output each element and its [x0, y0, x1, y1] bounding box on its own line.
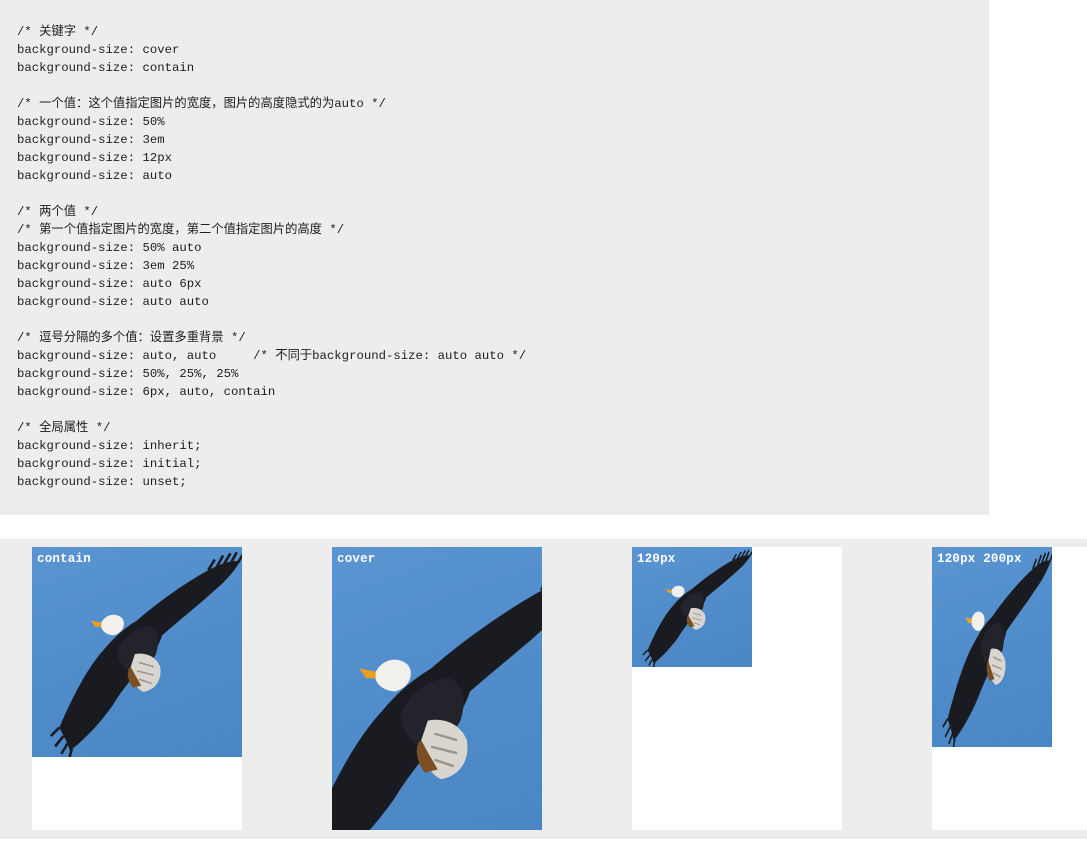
eagle-image [332, 547, 542, 830]
demo-label: 120px 200px [937, 552, 1022, 566]
eagle-graphic [332, 547, 542, 830]
code-line: /* 全局属性 */ [17, 421, 111, 435]
code-line: background-size: 50%, 25%, 25% [17, 367, 239, 381]
code-line: /* 关键字 */ [17, 25, 99, 39]
code-line: background-size: auto [17, 169, 172, 183]
demo-label: cover [337, 552, 376, 566]
demo-strip: contain cover 120px 120px 200px [0, 539, 1087, 839]
demo-label: contain [37, 552, 91, 566]
eagle-graphic [941, 550, 1052, 747]
code-line: background-size: auto, auto /* 不同于backgr… [17, 349, 527, 363]
code-panel: /* 关键字 */ background-size: cover backgro… [0, 0, 989, 515]
eagle-image [32, 547, 242, 757]
code-line: background-size: auto auto [17, 295, 209, 309]
code-line: /* 一个值：这个值指定图片的宽度，图片的高度隐式的为auto */ [17, 97, 386, 111]
code-line: background-size: cover [17, 43, 180, 57]
demo-label: 120px [637, 552, 676, 566]
code-line: background-size: 6px, auto, contain [17, 385, 276, 399]
code-line: background-size: auto 6px [17, 277, 202, 291]
code-line: background-size: 50% auto [17, 241, 202, 255]
demo-box-120px: 120px [632, 547, 842, 830]
code-line: /* 两个值 */ [17, 205, 99, 219]
demo-box-120px-200px: 120px 200px [932, 547, 1087, 830]
code-line: background-size: initial; [17, 457, 202, 471]
code-line: background-size: 50% [17, 115, 165, 129]
eagle-graphic [49, 550, 242, 757]
code-line: background-size: inherit; [17, 439, 202, 453]
code-line: background-size: contain [17, 61, 195, 75]
code-line: /* 逗号分隔的多个值：设置多重背景 */ [17, 331, 246, 345]
demo-box-cover: cover [332, 547, 542, 830]
code-line: background-size: unset; [17, 475, 187, 489]
demo-box-contain: contain [32, 547, 242, 830]
code-line: background-size: 12px [17, 151, 172, 165]
code-line: /* 第一个值指定图片的宽度，第二个值指定图片的高度 */ [17, 223, 345, 237]
code-line: background-size: 3em [17, 133, 165, 147]
eagle-image [932, 547, 1052, 747]
code-line: background-size: 3em 25% [17, 259, 195, 273]
